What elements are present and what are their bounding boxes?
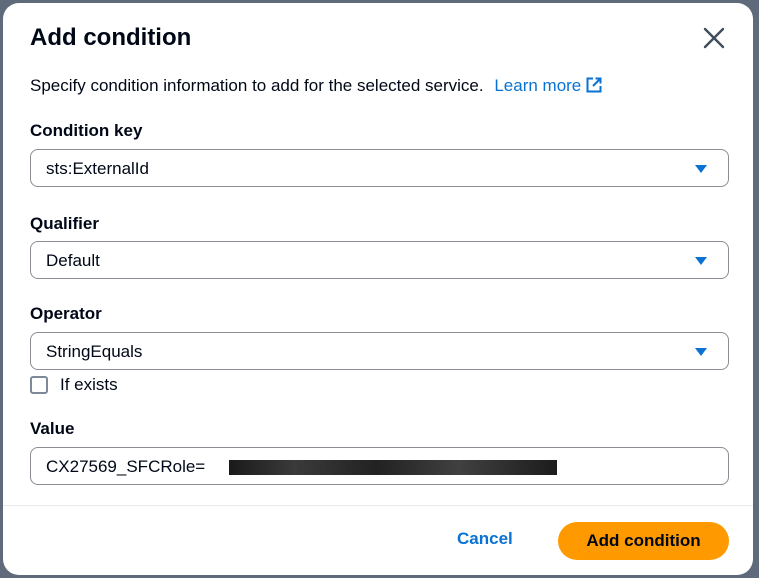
condition-key-select[interactable]: sts:ExternalId — [30, 149, 729, 187]
close-icon — [703, 27, 725, 49]
modal-description: Specify condition information to add for… — [30, 76, 603, 96]
description-text: Specify condition information to add for… — [30, 76, 484, 95]
external-link-icon — [586, 77, 602, 93]
caret-down-icon — [695, 348, 707, 356]
redacted-block — [229, 460, 557, 475]
operator-select[interactable]: StringEquals — [30, 332, 729, 370]
value-input[interactable]: CX27569_SFCRole= — [30, 447, 729, 485]
if-exists-checkbox[interactable] — [30, 376, 48, 394]
qualifier-select[interactable]: Default — [30, 241, 729, 279]
footer-divider — [3, 505, 753, 506]
condition-key-value: sts:ExternalId — [46, 159, 149, 178]
operator-label: Operator — [30, 304, 102, 323]
value-input-text: CX27569_SFCRole= — [46, 457, 206, 476]
qualifier-label: Qualifier — [30, 214, 99, 233]
operator-value: StringEquals — [46, 342, 143, 361]
modal-title: Add condition — [30, 24, 192, 51]
if-exists-label: If exists — [60, 375, 118, 394]
add-condition-modal: Add condition Specify condition informat… — [3, 3, 753, 575]
add-condition-button[interactable]: Add condition — [558, 522, 729, 560]
learn-more-link[interactable]: Learn more — [494, 76, 603, 95]
qualifier-value: Default — [46, 251, 100, 270]
caret-down-icon — [695, 257, 707, 265]
value-label: Value — [30, 419, 75, 438]
cancel-button[interactable]: Cancel — [457, 529, 513, 549]
learn-more-label: Learn more — [494, 76, 582, 95]
close-button[interactable] — [699, 23, 729, 53]
condition-key-label: Condition key — [30, 121, 143, 140]
caret-down-icon — [695, 165, 707, 173]
